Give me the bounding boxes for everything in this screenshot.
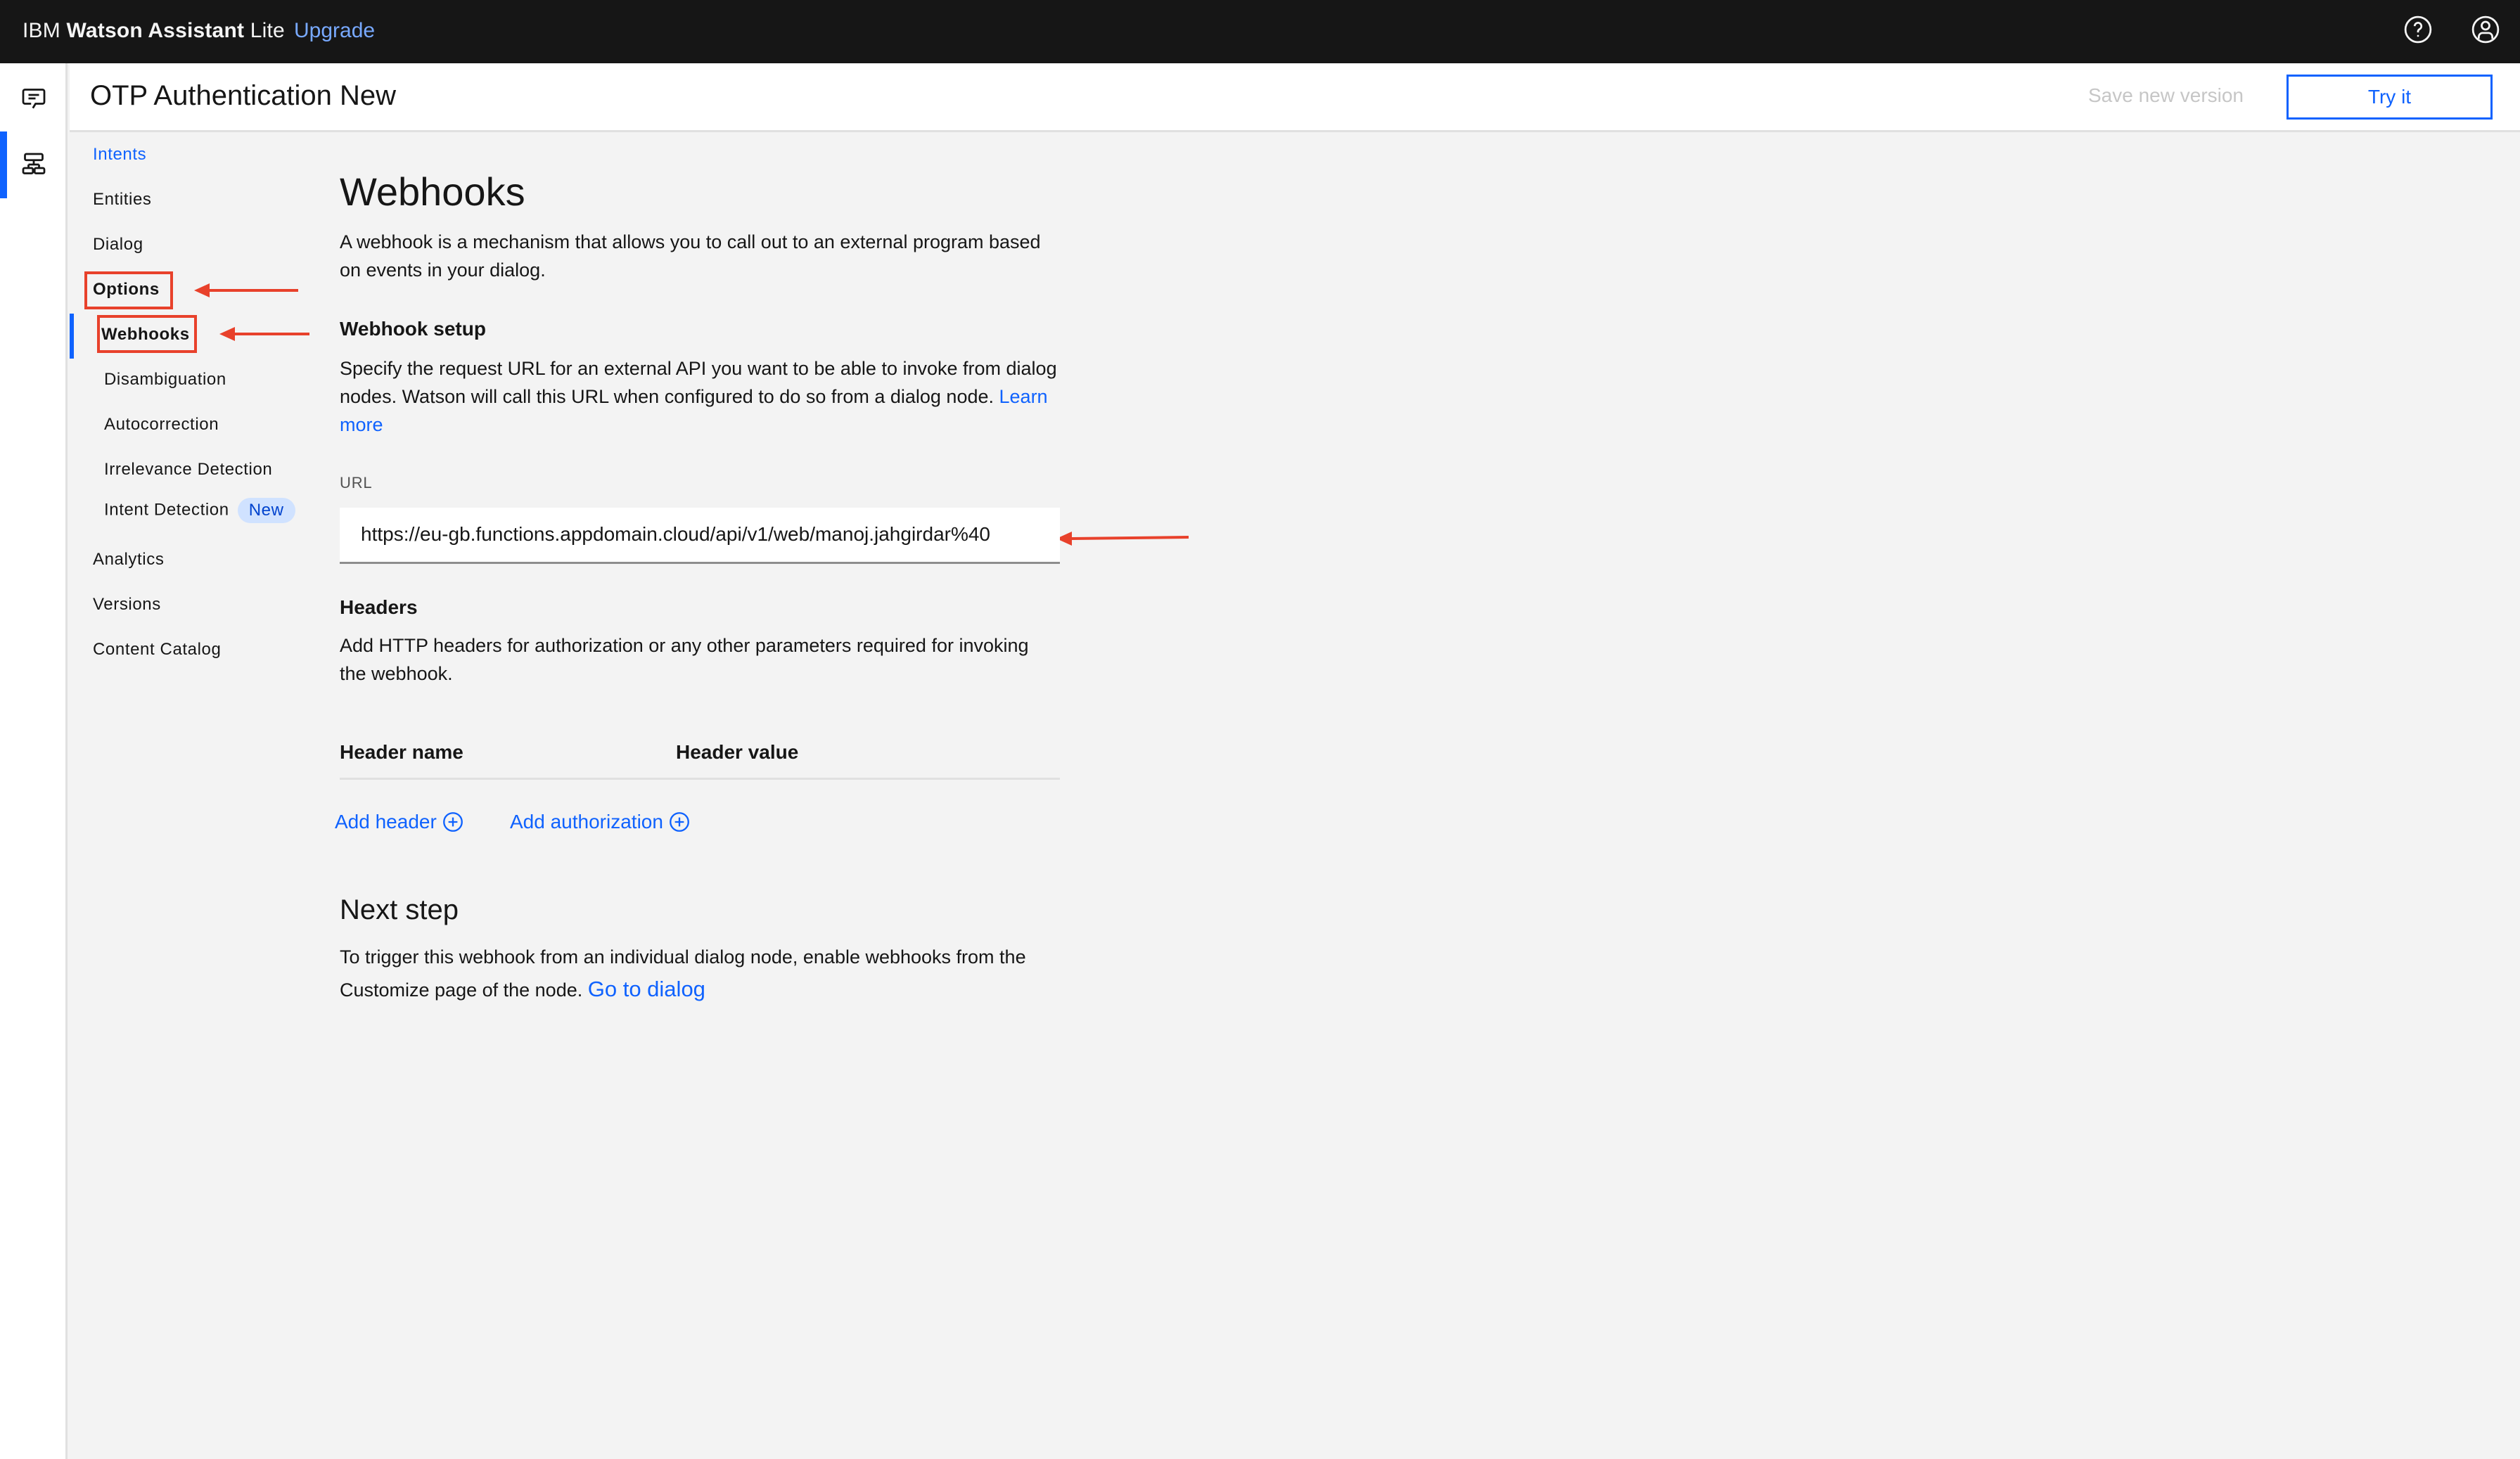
add-header-button[interactable]: Add header bbox=[335, 810, 465, 834]
url-input[interactable] bbox=[361, 515, 1036, 554]
webhook-setup-text: Specify the request URL for an external … bbox=[340, 358, 1057, 407]
next-step-description: To trigger this webhook from an individu… bbox=[340, 941, 1057, 1006]
upgrade-link[interactable]: Upgrade bbox=[294, 19, 375, 43]
new-badge: New bbox=[237, 498, 295, 523]
rail-active-indicator bbox=[0, 131, 7, 198]
annotation-box-webhooks bbox=[97, 315, 197, 353]
nav-item-entities[interactable]: Entities bbox=[93, 190, 152, 210]
nav-item-analytics[interactable]: Analytics bbox=[93, 550, 164, 570]
save-new-version-button[interactable]: Save new version bbox=[2088, 84, 2244, 107]
brand-plan: Lite bbox=[250, 19, 285, 42]
nav-item-irrelevance-detection[interactable]: Irrelevance Detection bbox=[104, 460, 272, 480]
top-bar: IBM Watson Assistant Lite Upgrade bbox=[0, 0, 2520, 63]
webhooks-intro: A webhook is a mechanism that allows you… bbox=[340, 231, 1041, 281]
add-circle-icon bbox=[670, 812, 689, 832]
annotation-box-options bbox=[84, 271, 173, 309]
next-step-heading: Next step bbox=[340, 894, 459, 925]
app-brand: IBM Watson Assistant Lite bbox=[23, 19, 285, 43]
brand-prefix: IBM bbox=[23, 19, 60, 42]
nav-item-dialog[interactable]: Dialog bbox=[93, 235, 143, 255]
nav-item-intent-detection[interactable]: Intent Detection New bbox=[104, 498, 295, 523]
column-header-name: Header name bbox=[340, 741, 463, 763]
nav-item-intent-detection-label: Intent Detection bbox=[104, 500, 229, 520]
chat-icon[interactable] bbox=[20, 84, 48, 113]
left-rail bbox=[0, 63, 68, 1459]
annotation-arrow-options bbox=[194, 283, 298, 297]
webhook-setup-heading: Webhook setup bbox=[340, 318, 486, 340]
webhooks-title: Webhooks bbox=[340, 169, 525, 214]
nav-item-versions[interactable]: Versions bbox=[93, 595, 161, 615]
annotation-arrow-webhooks bbox=[219, 327, 309, 341]
headers-heading: Headers bbox=[340, 596, 418, 618]
annotation-arrow-url bbox=[1056, 532, 1189, 546]
url-label: URL bbox=[340, 474, 373, 491]
page-header: OTP Authentication New Save new version … bbox=[70, 63, 2520, 132]
nav-item-content-catalog[interactable]: Content Catalog bbox=[93, 640, 221, 660]
brand-product: Watson Assistant bbox=[66, 19, 245, 42]
user-avatar-icon[interactable] bbox=[2470, 14, 2501, 45]
webhook-setup-description: Specify the request URL for an external … bbox=[340, 354, 1057, 439]
column-header-value: Header value bbox=[676, 741, 799, 763]
try-it-button[interactable]: Try it bbox=[2286, 75, 2493, 120]
url-field[interactable] bbox=[340, 508, 1060, 564]
nav-active-indicator bbox=[70, 314, 74, 359]
nav-item-autocorrection[interactable]: Autocorrection bbox=[104, 415, 219, 435]
add-authorization-label: Add authorization bbox=[510, 811, 663, 833]
add-circle-icon bbox=[442, 812, 463, 832]
headers-table-divider bbox=[340, 778, 1060, 780]
add-authorization-button[interactable]: Add authorization bbox=[510, 810, 691, 834]
help-icon[interactable] bbox=[2403, 14, 2433, 45]
page-title: OTP Authentication New bbox=[90, 80, 397, 111]
headers-description: Add HTTP headers for authorization or an… bbox=[340, 635, 1029, 684]
nav-item-disambiguation[interactable]: Disambiguation bbox=[104, 370, 226, 390]
add-header-label: Add header bbox=[335, 811, 437, 833]
nav-item-intents[interactable]: Intents bbox=[93, 145, 146, 165]
skills-tree-icon[interactable] bbox=[20, 150, 48, 179]
go-to-dialog-link[interactable]: Go to dialog bbox=[588, 977, 705, 1001]
